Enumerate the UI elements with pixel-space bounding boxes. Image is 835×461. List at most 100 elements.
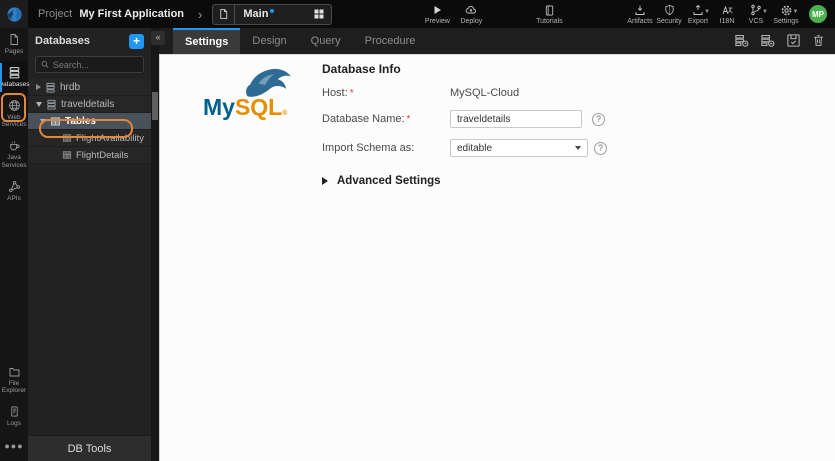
mysql-my-text: My	[203, 94, 235, 120]
panel-scrollbar[interactable]	[151, 28, 159, 461]
sidebar-item-apis[interactable]: APIs	[0, 175, 28, 208]
web-services-label: Web Services	[1, 113, 27, 129]
utility-group: Artifacts Security ▼ Export I18N ▼ VCS ▼…	[625, 4, 835, 25]
export-label: Export	[687, 17, 709, 25]
tab-design[interactable]: Design	[240, 28, 298, 54]
play-icon	[434, 6, 442, 14]
reimport-database-icon[interactable]	[734, 33, 749, 48]
sidebar-item-logs[interactable]: Logs	[0, 400, 28, 433]
workspace-tab-bar: Settings Design Query Procedure	[159, 28, 835, 54]
tree-item-flightavailability[interactable]: FlightAvailability	[28, 130, 151, 147]
settings-chevron-icon: ▼	[792, 8, 799, 15]
help-icon[interactable]: ?	[592, 112, 605, 126]
sidebar-item-pages[interactable]: Pages	[0, 28, 28, 61]
form-heading: Database Info	[322, 62, 401, 76]
export-database-icon[interactable]	[760, 33, 775, 48]
tutorials-label: Tutorials	[536, 17, 563, 25]
panel-title: Databases	[35, 35, 91, 47]
database-info-form: Database Info Host: * MySQL-Cloud Databas…	[322, 62, 802, 187]
sidebar-item-web-services[interactable]: Web Services	[0, 94, 28, 135]
sidebar-item-file-explorer[interactable]: File Explorer	[0, 361, 28, 401]
log-document-icon	[10, 406, 18, 417]
search-input[interactable]	[52, 59, 138, 70]
i18n-button[interactable]: I18N	[713, 4, 741, 25]
page-selector[interactable]: Main	[212, 3, 333, 25]
globe-icon	[8, 99, 20, 111]
coffee-cup-icon	[9, 141, 20, 151]
workspace: Settings Design Query Procedure MySQL® D…	[159, 28, 835, 461]
vcs-button[interactable]: ▼ VCS	[741, 4, 771, 25]
import-schema-select[interactable]: editable	[450, 139, 588, 157]
sidebar-item-databases[interactable]: Databases	[0, 60, 30, 94]
vcs-chevron-icon: ▼	[762, 8, 768, 15]
sidebar-item-java-services[interactable]: Java Services	[0, 134, 28, 175]
dbname-label: Database Name: *	[322, 113, 450, 125]
tab-settings[interactable]: Settings	[173, 28, 241, 54]
search-icon	[41, 61, 49, 68]
security-button[interactable]: Security	[655, 4, 683, 25]
db-tools-button[interactable]: DB Tools	[28, 435, 151, 461]
file-explorer-label: File Explorer	[1, 379, 27, 395]
security-label: Security	[656, 17, 682, 25]
page-file-icon[interactable]	[213, 4, 236, 24]
tree-item-hrdb[interactable]: hrdb	[28, 79, 151, 96]
scrollbar-thumb[interactable]	[152, 92, 158, 120]
export-upload-icon	[693, 4, 703, 15]
expand-collapsed-icon[interactable]	[36, 84, 41, 90]
top-bar: Project My First Application › Main Prev…	[0, 0, 835, 28]
database-name-input[interactable]	[450, 110, 582, 128]
app-logo[interactable]	[0, 0, 28, 28]
advanced-settings-label: Advanced Settings	[337, 175, 441, 187]
tab-procedure[interactable]: Procedure	[353, 28, 428, 54]
databases-label: Databases	[0, 80, 30, 88]
security-shield-icon	[664, 4, 674, 16]
add-database-button[interactable]: +	[129, 33, 144, 49]
registered-mark: ®	[282, 110, 288, 117]
expand-expanded-icon[interactable]	[40, 118, 46, 124]
tree-item-tables-group[interactable]: Tables	[28, 113, 151, 130]
pages-grid-icon[interactable]	[313, 8, 325, 20]
artifacts-download-icon	[635, 5, 645, 15]
advanced-settings-toggle[interactable]: Advanced Settings	[322, 175, 802, 187]
page-icon	[10, 34, 18, 45]
settings-content: MySQL® Database Info Host: * MySQL-Cloud …	[159, 54, 835, 461]
delete-icon[interactable]	[812, 33, 825, 48]
collapse-panel-button[interactable]: «	[151, 31, 165, 45]
selected-option: editable	[457, 142, 493, 154]
help-icon[interactable]: ?	[594, 141, 607, 155]
tables-group-label: Tables	[65, 115, 96, 127]
tree-item-flightdetails[interactable]: FlightDetails	[28, 147, 151, 164]
mysql-logo: MySQL®	[203, 64, 313, 119]
expand-expanded-icon[interactable]	[36, 101, 42, 107]
hrdb-label: hrdb	[60, 81, 81, 93]
schema-label: Import Schema as:	[322, 142, 415, 154]
settings-button[interactable]: ▼ Settings	[771, 4, 801, 25]
host-value: MySQL-Cloud	[450, 87, 520, 99]
artifacts-label: Artifacts	[627, 17, 653, 25]
save-icon[interactable]	[786, 33, 801, 48]
database-search[interactable]	[35, 56, 144, 73]
database-icon	[46, 99, 57, 110]
wavemaker-studio: Project My First Application › Main Prev…	[0, 0, 835, 461]
database-name-row: Database Name:* ?	[322, 110, 802, 128]
export-button[interactable]: ▼ Export	[683, 4, 713, 25]
api-nodes-icon	[8, 180, 20, 192]
tutorials-book-icon	[545, 5, 553, 15]
deploy-button[interactable]: Deploy	[454, 4, 488, 25]
collapsed-caret-icon	[322, 177, 328, 185]
tab-query[interactable]: Query	[299, 28, 353, 54]
unsaved-indicator-dot	[270, 9, 275, 13]
mysql-wordmark: MySQL®	[203, 96, 313, 119]
tree-item-traveldetails[interactable]: traveldetails	[28, 96, 151, 113]
artifacts-button[interactable]: Artifacts	[625, 4, 655, 25]
active-page-name[interactable]: Main	[243, 8, 313, 20]
vcs-label: VCS	[748, 17, 764, 25]
tutorials-button[interactable]: Tutorials	[532, 4, 566, 25]
database-icon	[9, 66, 19, 79]
preview-button[interactable]: Preview	[420, 4, 454, 25]
import-schema-row: Import Schema as: editable ?	[322, 139, 802, 157]
user-avatar[interactable]: MP	[809, 5, 827, 23]
translate-icon	[722, 5, 733, 15]
flightavailability-label: FlightAvailability	[76, 132, 144, 144]
more-options-icon[interactable]: ●●●	[4, 433, 23, 461]
